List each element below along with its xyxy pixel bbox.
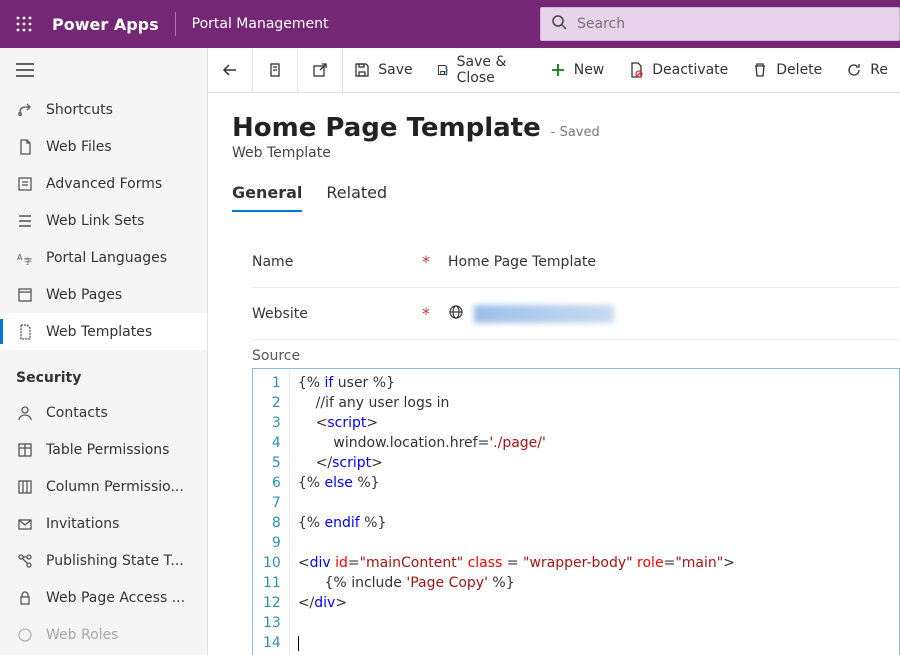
save-label: Save [378, 62, 412, 78]
main-area: Save Save & Close New Deactivate Delete … [208, 48, 900, 655]
sidebar-item-label: Web Templates [46, 324, 152, 340]
refresh-label: Re [870, 62, 888, 78]
sidebar-item-advanced-forms[interactable]: Advanced Forms [0, 165, 207, 202]
sidebar-item-label: Web Pages [46, 287, 122, 303]
app-launcher-icon[interactable] [0, 0, 48, 48]
sidebar-item-label: Shortcuts [46, 102, 113, 118]
sidebar-item-label: Column Permissio... [46, 479, 184, 495]
clipboard-button[interactable] [253, 48, 297, 92]
page-title: Home Page Template [232, 113, 541, 143]
deactivate-button[interactable]: Deactivate [616, 48, 740, 92]
field-label: Website [252, 306, 422, 322]
sidebar-item-invitations[interactable]: Invitations [0, 505, 207, 542]
field-website[interactable]: Website * [252, 288, 900, 340]
command-bar: Save Save & Close New Deactivate Delete … [208, 48, 900, 93]
colperm-icon [16, 478, 34, 496]
sidebar-item-web-templates[interactable]: Web Templates [0, 313, 207, 350]
new-button[interactable]: New [538, 48, 617, 92]
required-indicator: * [422, 252, 430, 271]
sidebar-item-label: Portal Languages [46, 250, 167, 266]
field-source-label: Source [252, 348, 900, 364]
linkset-icon [16, 212, 34, 230]
sidebar-item-web-link-sets[interactable]: Web Link Sets [0, 202, 207, 239]
access-icon [16, 589, 34, 607]
source-editor[interactable]: 1234567891011121314 {% if user %} //if a… [252, 368, 900, 655]
svg-text:字: 字 [24, 256, 32, 266]
invite-icon [16, 515, 34, 533]
sidebar-item-web-pages[interactable]: Web Pages [0, 276, 207, 313]
save-close-label: Save & Close [457, 54, 526, 86]
shortcut-icon [16, 101, 34, 119]
webpage-icon [16, 286, 34, 304]
line-gutter: 1234567891011121314 [253, 369, 290, 655]
collapse-sidebar-button[interactable] [0, 48, 207, 91]
search-input[interactable] [577, 16, 889, 32]
refresh-button[interactable]: Re [834, 48, 900, 92]
globe-icon [448, 304, 464, 324]
brand-label[interactable]: Power Apps [48, 15, 175, 34]
record-content: Home Page Template - Saved Web Template … [208, 93, 900, 655]
delete-button[interactable]: Delete [740, 48, 834, 92]
form-tabs: General Related [232, 183, 900, 212]
search-icon [551, 14, 567, 34]
field-label: Name [252, 254, 422, 270]
field-value: Home Page Template [448, 254, 596, 270]
save-state: - Saved [551, 125, 600, 140]
form-icon [16, 175, 34, 193]
sidebar-item-label: Contacts [46, 405, 108, 421]
search-box[interactable] [540, 7, 900, 41]
sidebar-item-column-permissions[interactable]: Column Permissio... [0, 468, 207, 505]
sidebar-item-web-page-access[interactable]: Web Page Access ... [0, 579, 207, 616]
sidebar-item-portal-languages[interactable]: A字 Portal Languages [0, 239, 207, 276]
tab-general[interactable]: General [232, 183, 302, 212]
sidebar-item-label: Publishing State T... [46, 553, 184, 569]
language-icon: A字 [16, 249, 34, 267]
sidebar-item-shortcuts[interactable]: Shortcuts [0, 91, 207, 128]
save-button[interactable]: Save [342, 48, 424, 92]
save-close-button[interactable]: Save & Close [425, 48, 538, 92]
back-button[interactable] [208, 48, 252, 92]
entity-type-label: Web Template [232, 145, 900, 161]
sidebar-item-web-files[interactable]: Web Files [0, 128, 207, 165]
text-cursor [298, 636, 299, 651]
sidebar-item-contacts[interactable]: Contacts [0, 394, 207, 431]
website-value-redacted [474, 305, 614, 323]
sidebar-item-table-permissions[interactable]: Table Permissions [0, 431, 207, 468]
new-label: New [574, 62, 605, 78]
publish-icon [16, 552, 34, 570]
sidebar-item-label: Web Page Access ... [46, 590, 185, 606]
sidebar-item-label: Table Permissions [46, 442, 169, 458]
sidebar-item-web-roles[interactable]: Web Roles [0, 616, 207, 653]
sidebar-item-label: Invitations [46, 516, 119, 532]
code-content[interactable]: {% if user %} //if any user logs in <scr… [290, 369, 743, 655]
sidebar-item-label: Advanced Forms [46, 176, 162, 192]
sidebar-item-label: Web Files [46, 139, 112, 155]
nav-group-content: Shortcuts Web Files Advanced Forms Web L… [0, 91, 207, 350]
app-header: Power Apps Portal Management [0, 0, 900, 48]
required-indicator: * [422, 304, 430, 323]
sidebar-item-publishing-state[interactable]: Publishing State T... [0, 542, 207, 579]
roles-icon [16, 626, 34, 644]
nav-group-security-list: Contacts Table Permissions Column Permis… [0, 394, 207, 653]
nav-group-security: Security [0, 350, 207, 394]
sidebar-item-label: Web Link Sets [46, 213, 144, 229]
contact-icon [16, 404, 34, 422]
sidebar: Shortcuts Web Files Advanced Forms Web L… [0, 48, 208, 655]
tab-related[interactable]: Related [326, 183, 387, 212]
webfile-icon [16, 138, 34, 156]
tableperm-icon [16, 441, 34, 459]
delete-label: Delete [776, 62, 822, 78]
field-name[interactable]: Name * Home Page Template [252, 236, 900, 288]
template-icon [16, 323, 34, 341]
svg-text:A: A [17, 253, 23, 262]
popout-button[interactable] [298, 48, 342, 92]
sidebar-item-label: Web Roles [46, 627, 118, 643]
app-subtitle[interactable]: Portal Management [176, 16, 345, 32]
deactivate-label: Deactivate [652, 62, 728, 78]
